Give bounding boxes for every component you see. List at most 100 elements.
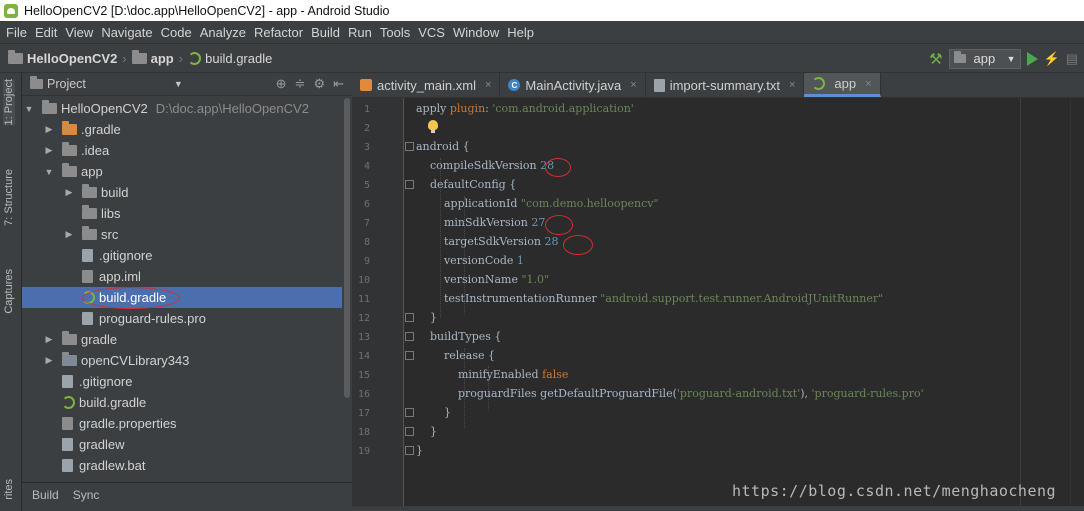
fold-marker-icon[interactable] [405,332,414,341]
tab-sync[interactable]: Sync [73,488,100,502]
expand-arrow-icon[interactable]: ▶ [64,187,74,198]
scrollbar-thumb[interactable] [344,98,350,398]
expand-arrow-icon[interactable]: ▶ [44,124,54,135]
tree-item-app-build-gradle[interactable]: build.gradle [22,287,342,308]
code-line[interactable]: android { [416,137,470,156]
expand-arrow-icon[interactable]: ▶ [44,334,54,345]
menu-tools[interactable]: Tools [376,25,414,40]
run-configuration-select[interactable]: app ▼ [948,48,1021,69]
code-line[interactable]: targetSdkVersion 28 [416,232,559,251]
project-tree-scrollbar[interactable] [342,96,352,482]
menu-vcs[interactable]: VCS [414,25,449,40]
tree-item-libs[interactable]: libs [22,203,342,224]
close-icon[interactable]: × [485,79,491,91]
menu-build[interactable]: Build [307,25,344,40]
locate-file-icon[interactable]: ⊕ [276,76,287,92]
code-token: compileSdkVersion [416,159,541,172]
expand-arrow-icon[interactable]: ▶ [44,145,54,156]
apply-changes-icon[interactable]: ⚡ [1044,51,1060,67]
tool-tab-structure[interactable]: 7: Structure [3,169,15,226]
expand-arrow-icon[interactable]: ▼ [44,167,54,177]
tree-item-build-dir[interactable]: ▶ build [22,182,342,203]
code-line[interactable]: release { [416,346,495,365]
breadcrumb-module[interactable]: app [129,49,177,66]
fold-marker-icon[interactable] [405,142,414,151]
fold-marker-icon[interactable] [405,446,414,455]
tree-item-root-gitignore[interactable]: .gitignore [22,371,342,392]
code-line[interactable]: proguardFiles getDefaultProguardFile('pr… [416,384,924,403]
tree-item-app[interactable]: ▼ app [22,161,342,182]
fold-marker-icon[interactable] [405,351,414,360]
menu-analyze[interactable]: Analyze [196,25,250,40]
fold-marker-icon[interactable] [405,408,414,417]
code-content[interactable]: apply plugin: 'com.android.application' a… [416,98,1016,506]
tool-tab-project[interactable]: 1: Project [3,79,15,126]
fold-marker-icon[interactable] [405,313,414,322]
hide-panel-icon[interactable]: ⇤ [333,76,344,92]
code-line[interactable]: versionCode 1 [416,251,524,270]
code-line[interactable]: minifyEnabled false [416,365,568,384]
menu-refactor[interactable]: Refactor [250,25,307,40]
code-line[interactable]: defaultConfig { [416,175,516,194]
tab-import-summary[interactable]: import-summary.txt × [646,73,805,97]
code-line[interactable]: } [416,403,451,422]
breadcrumb-project[interactable]: HelloOpenCV2 [0,49,120,66]
tree-item-dot-gradle[interactable]: ▶ .gradle [22,119,342,140]
collapse-all-icon[interactable]: ≑ [295,76,306,92]
menu-file[interactable]: File [2,25,31,40]
fold-marker-icon[interactable] [405,427,414,436]
tree-item-opencv-library[interactable]: ▶ openCVLibrary343 [22,350,342,371]
project-view-select[interactable]: Project [47,77,86,91]
gradle-icon [188,51,202,65]
tree-item-app-gitignore[interactable]: .gitignore [22,245,342,266]
breadcrumb-file[interactable]: build.gradle [185,51,275,66]
tree-item-src[interactable]: ▶ src [22,224,342,245]
tab-main-activity-java[interactable]: C MainActivity.java × [500,73,646,97]
tree-item-app-iml[interactable]: app.iml [22,266,342,287]
run-icon[interactable] [1026,51,1038,66]
debug-icon[interactable]: ▤ [1066,51,1078,67]
code-line[interactable]: minSdkVersion 27 [416,213,545,232]
chevron-down-icon[interactable]: ▼ [174,79,183,89]
menu-help[interactable]: Help [503,25,538,40]
tree-item-gradle-dir[interactable]: ▶ gradle [22,329,342,350]
code-line[interactable]: buildTypes { [416,327,501,346]
tree-item-idea[interactable]: ▶ .idea [22,140,342,161]
menu-code[interactable]: Code [157,25,196,40]
code-line[interactable]: applicationId "com.demo.helloopencv" [416,194,659,213]
tree-item-root[interactable]: ▼ HelloOpenCV2 D:\doc.app\HelloOpenCV2 [22,98,342,119]
tree-item-proguard-rules[interactable]: proguard-rules.pro [22,308,342,329]
tab-build[interactable]: Build [32,488,59,502]
expand-arrow-icon[interactable]: ▶ [64,229,74,240]
code-line[interactable]: testInstrumentationRunner "android.suppo… [416,289,883,308]
tree-item-gradlew[interactable]: gradlew [22,434,342,455]
tool-tab-captures[interactable]: Captures [3,269,15,314]
menu-view[interactable]: View [61,25,97,40]
expand-arrow-icon[interactable]: ▼ [24,104,34,114]
close-icon[interactable]: × [789,79,795,91]
gear-icon[interactable]: ⚙ [313,76,325,92]
expand-arrow-icon[interactable]: ▶ [44,355,54,366]
code-line[interactable]: apply plugin: 'com.android.application' [416,99,634,118]
fold-marker-icon[interactable] [405,180,414,189]
menu-edit[interactable]: Edit [31,25,61,40]
tab-activity-main-xml[interactable]: activity_main.xml × [352,73,501,97]
code-line[interactable]: compileSdkVersion 28 [416,156,554,175]
tab-app-build-gradle[interactable]: app × [804,73,881,97]
menu-window[interactable]: Window [449,25,503,40]
tool-tab-favorites[interactable]: rites [3,479,15,500]
menu-run[interactable]: Run [344,25,376,40]
tree-item-gradle-properties[interactable]: gradle.properties [22,413,342,434]
code-line[interactable]: versionName "1.0" [416,270,549,289]
close-icon[interactable]: × [630,79,636,91]
make-project-icon[interactable]: ⚒ [929,50,942,68]
code-line[interactable]: } [416,422,437,441]
menu-navigate[interactable]: Navigate [97,25,156,40]
tree-item-root-build-gradle[interactable]: build.gradle [22,392,342,413]
close-icon[interactable]: × [865,78,871,90]
code-line[interactable]: } [416,308,437,327]
editor-scrollbar[interactable] [1070,98,1084,506]
code-editor[interactable]: 1 2 3 4 5 6 7 8 9 10 11 12 13 14 15 16 1… [352,98,1084,506]
code-line[interactable]: } [416,441,423,460]
tree-item-gradlew-bat[interactable]: gradlew.bat [22,455,342,476]
